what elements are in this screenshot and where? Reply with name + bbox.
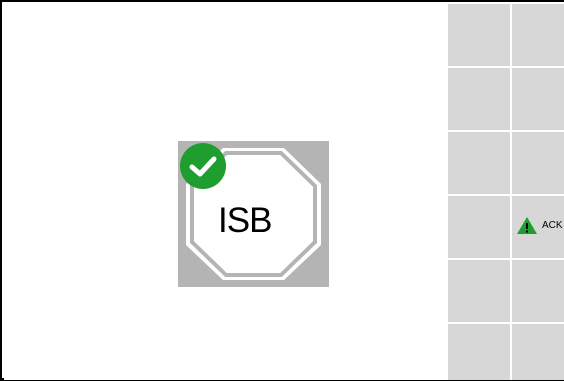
softkey-panel: ACK	[446, 4, 564, 380]
isb-label: ISB	[218, 201, 272, 240]
softkey-row-6	[446, 324, 564, 380]
main-area: ISB	[4, 4, 446, 380]
softkey-left-3[interactable]	[448, 132, 510, 194]
softkey-right-3[interactable]	[512, 132, 564, 194]
softkey-row-4: ACK	[446, 196, 564, 260]
softkey-left-2[interactable]	[448, 68, 510, 130]
ack-softkey[interactable]: ACK	[512, 196, 564, 258]
softkey-row-1	[446, 4, 564, 68]
softkey-left-4[interactable]	[448, 196, 510, 258]
softkey-left-5[interactable]	[448, 260, 510, 322]
softkey-row-2	[446, 68, 564, 132]
softkey-row-3	[446, 132, 564, 196]
softkey-right-1[interactable]	[512, 4, 564, 66]
screen-frame: ISB ACK	[0, 0, 564, 381]
check-circle-icon	[180, 143, 226, 189]
softkey-left-1[interactable]	[448, 4, 510, 66]
ack-label: ACK	[542, 220, 563, 231]
softkey-left-6[interactable]	[448, 324, 510, 380]
softkey-right-6[interactable]	[512, 324, 564, 380]
isb-status-tile[interactable]: ISB	[178, 141, 329, 287]
ack-content: ACK	[516, 216, 563, 235]
warning-triangle-icon	[517, 217, 537, 234]
softkey-right-2[interactable]	[512, 68, 564, 130]
softkey-right-5[interactable]	[512, 260, 564, 322]
softkey-row-5	[446, 260, 564, 324]
